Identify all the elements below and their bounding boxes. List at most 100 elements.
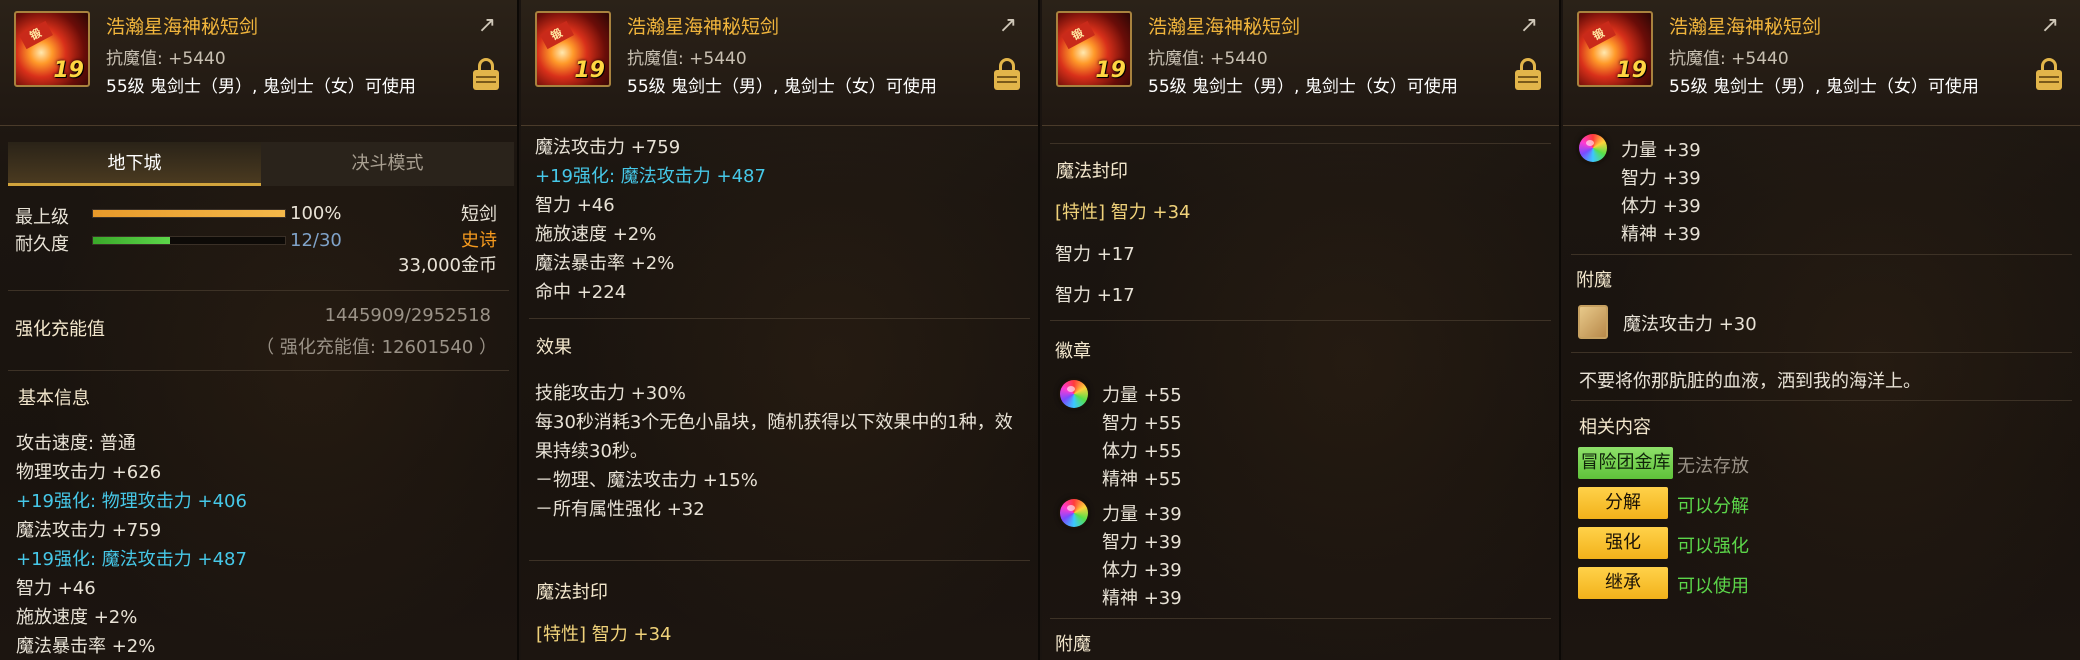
share-icon[interactable]: ↗ xyxy=(473,14,501,38)
related-value: 可以使用 xyxy=(1677,576,1749,597)
item-name: 浩瀚星海神秘短剑 xyxy=(627,16,780,38)
lock-icon[interactable] xyxy=(473,58,499,90)
divider xyxy=(1571,254,2072,255)
anti-magic-value: 抗魔值: +5440 xyxy=(106,49,226,69)
seal-trait: [特性] 智力 +34 xyxy=(536,624,672,645)
seal-title: 魔法封印 xyxy=(536,582,608,603)
emblem-stat: 精神 +39 xyxy=(1621,224,1701,245)
emblem-stat: 智力 +39 xyxy=(1621,168,1701,189)
tooltip-panel-4: 锻 19 浩瀚星海神秘短剑 抗魔值: +5440 55级 鬼剑士（男）, 鬼剑士… xyxy=(1563,0,2080,660)
item-header: 锻 19 浩瀚星海神秘短剑 抗魔值: +5440 55级 鬼剑士（男）, 鬼剑士… xyxy=(1042,0,1559,126)
item-name: 浩瀚星海神秘短剑 xyxy=(1148,16,1301,38)
emblem-stat: 智力 +55 xyxy=(1102,413,1182,434)
reinforce-stat: +19强化: 魔法攻击力 +487 xyxy=(16,549,247,570)
durability-value: 12/30 xyxy=(290,230,342,251)
emblem-icon xyxy=(1060,499,1088,527)
rarity: 史诗 xyxy=(461,230,497,251)
related-title: 相关内容 xyxy=(1579,417,1651,438)
emblem-stat: 精神 +55 xyxy=(1102,469,1182,490)
divider xyxy=(1050,320,1551,321)
seal-trait: [特性] 智力 +34 xyxy=(1055,202,1191,223)
item-header: 锻 19 浩瀚星海神秘短剑 抗魔值: +5440 55级 鬼剑士（男）, 鬼剑士… xyxy=(0,0,517,126)
grade-value: 100% xyxy=(290,203,342,224)
durability-label: 耐久度 xyxy=(15,234,69,255)
emblem-title: 徽章 xyxy=(1055,341,1091,362)
item-tag: 锻 xyxy=(1582,20,1616,50)
divider xyxy=(1050,618,1551,619)
durability-bar xyxy=(92,236,286,245)
stat-line: －所有属性强化 +32 xyxy=(535,499,705,520)
divider xyxy=(1050,143,1551,144)
reinforce-stat: +19强化: 物理攻击力 +406 xyxy=(16,491,247,512)
emblem-icon xyxy=(1579,134,1607,162)
emblem-stat: 体力 +39 xyxy=(1621,196,1701,217)
reinforce-level: 19 xyxy=(1095,58,1126,83)
tooltip-panel-1: 锻 19 浩瀚星海神秘短剑 抗魔值: +5440 55级 鬼剑士（男）, 鬼剑士… xyxy=(0,0,519,660)
stat-line: 魔法攻击力 +759 xyxy=(535,137,681,158)
related-value: 可以强化 xyxy=(1677,536,1749,557)
stat-line: 命中 +224 xyxy=(535,282,627,303)
divider xyxy=(529,318,1030,319)
emblem-stat: 力量 +39 xyxy=(1621,140,1701,161)
lock-icon[interactable] xyxy=(2036,58,2062,90)
lock-icon[interactable] xyxy=(1515,58,1541,90)
stat-line: 每30秒消耗3个无色小晶块，随机获得以下效果中的1种，效 xyxy=(535,412,1013,433)
price: 33,000金币 xyxy=(398,255,497,276)
platinum-emblem-icon xyxy=(1060,380,1088,408)
weapon-type: 短剑 xyxy=(461,204,497,225)
share-icon[interactable]: ↗ xyxy=(1515,14,1543,38)
anti-magic-value: 抗魔值: +5440 xyxy=(627,49,747,69)
reinforce-level: 19 xyxy=(574,58,605,83)
tab-dungeon[interactable]: 地下城 xyxy=(8,142,261,186)
item-icon: 锻 19 xyxy=(535,11,611,87)
item-header: 锻 19 浩瀚星海神秘短剑 抗魔值: +5440 55级 鬼剑士（男）, 鬼剑士… xyxy=(521,0,1038,126)
stat-line: －物理、魔法攻击力 +15% xyxy=(535,470,758,491)
item-name: 浩瀚星海神秘短剑 xyxy=(106,16,259,38)
divider xyxy=(8,370,509,371)
usable-classes: 55级 鬼剑士（男）, 鬼剑士（女）可使用 xyxy=(627,77,937,97)
item-icon: 锻 19 xyxy=(14,11,90,87)
stat-line: 物理攻击力 +626 xyxy=(16,462,162,483)
tooltip-panel-3: 锻 19 浩瀚星海神秘短剑 抗魔值: +5440 55级 鬼剑士（男）, 鬼剑士… xyxy=(1042,0,1561,660)
stat-line: 技能攻击力 +30% xyxy=(535,383,686,404)
item-name: 浩瀚星海神秘短剑 xyxy=(1669,16,1822,38)
emblem-stat: 力量 +55 xyxy=(1102,385,1182,406)
lock-icon[interactable] xyxy=(994,58,1020,90)
enchant-card-icon xyxy=(1578,305,1608,339)
item-header: 锻 19 浩瀚星海神秘短剑 抗魔值: +5440 55级 鬼剑士（男）, 鬼剑士… xyxy=(1563,0,2080,126)
share-icon[interactable]: ↗ xyxy=(994,14,1022,38)
charge-value: 1445909/2952518 xyxy=(324,305,491,326)
divider xyxy=(1571,400,2072,401)
divider xyxy=(529,560,1030,561)
enchant-value: 魔法攻击力 +30 xyxy=(1623,314,1757,335)
stat-line: 施放速度 +2% xyxy=(16,607,138,628)
item-tag: 锻 xyxy=(1061,20,1095,50)
stat-line: 攻击速度: 普通 xyxy=(16,433,136,454)
item-icon: 锻 19 xyxy=(1056,11,1132,87)
grade-bar xyxy=(92,209,286,218)
emblem-stat: 体力 +55 xyxy=(1102,441,1182,462)
disassemble-button[interactable]: 分解 xyxy=(1578,487,1668,519)
charge-label: 强化充能值 xyxy=(15,319,105,340)
reinforce-stat: +19强化: 魔法攻击力 +487 xyxy=(535,166,766,187)
share-icon[interactable]: ↗ xyxy=(2036,14,2064,38)
anti-magic-value: 抗魔值: +5440 xyxy=(1148,49,1268,69)
adventure-vault-button[interactable]: 冒险团金库 xyxy=(1578,447,1673,479)
stat-line: 智力 +46 xyxy=(535,195,615,216)
enchant-title: 附魔 xyxy=(1055,634,1091,655)
item-tag: 锻 xyxy=(19,20,53,50)
stat-line: 施放速度 +2% xyxy=(535,224,657,245)
usable-classes: 55级 鬼剑士（男）, 鬼剑士（女）可使用 xyxy=(1669,77,1979,97)
reinforce-button[interactable]: 强化 xyxy=(1578,527,1668,559)
charge-total: （ 强化充能值: 12601540 ） xyxy=(256,337,497,358)
tab-duel[interactable]: 决斗模式 xyxy=(261,142,514,186)
stat-line: 魔法攻击力 +759 xyxy=(16,520,162,541)
emblem-stat: 力量 +39 xyxy=(1102,504,1182,525)
reinforce-level: 19 xyxy=(53,58,84,83)
related-value: 可以分解 xyxy=(1677,496,1749,517)
inherit-button[interactable]: 继承 xyxy=(1578,567,1668,599)
stat-line: 魔法暴击率 +2% xyxy=(535,253,675,274)
divider xyxy=(1571,352,2072,353)
basic-info-title: 基本信息 xyxy=(18,388,90,409)
tooltip-panel-2: 锻 19 浩瀚星海神秘短剑 抗魔值: +5440 55级 鬼剑士（男）, 鬼剑士… xyxy=(521,0,1040,660)
